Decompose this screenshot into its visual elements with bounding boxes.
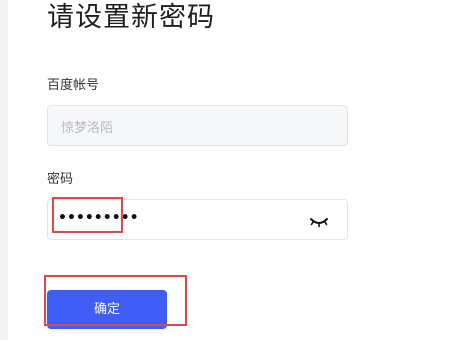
account-field: 惊梦洛陌 (47, 105, 348, 146)
eye-closed-icon[interactable] (309, 214, 329, 228)
password-label: 密码 (47, 172, 74, 187)
password-value[interactable]: ••••••••• (58, 210, 139, 226)
page-title: 请设置新密码 (47, 2, 215, 33)
confirm-button[interactable]: 确定 (47, 290, 167, 329)
account-label: 百度帐号 (47, 78, 100, 93)
left-divider (0, 0, 8, 340)
password-field[interactable]: ••••••••• (47, 199, 348, 240)
account-value: 惊梦洛陌 (61, 121, 114, 136)
reset-password-page: 请设置新密码 百度帐号 惊梦洛陌 密码 ••••••••• 确定 (0, 0, 455, 340)
